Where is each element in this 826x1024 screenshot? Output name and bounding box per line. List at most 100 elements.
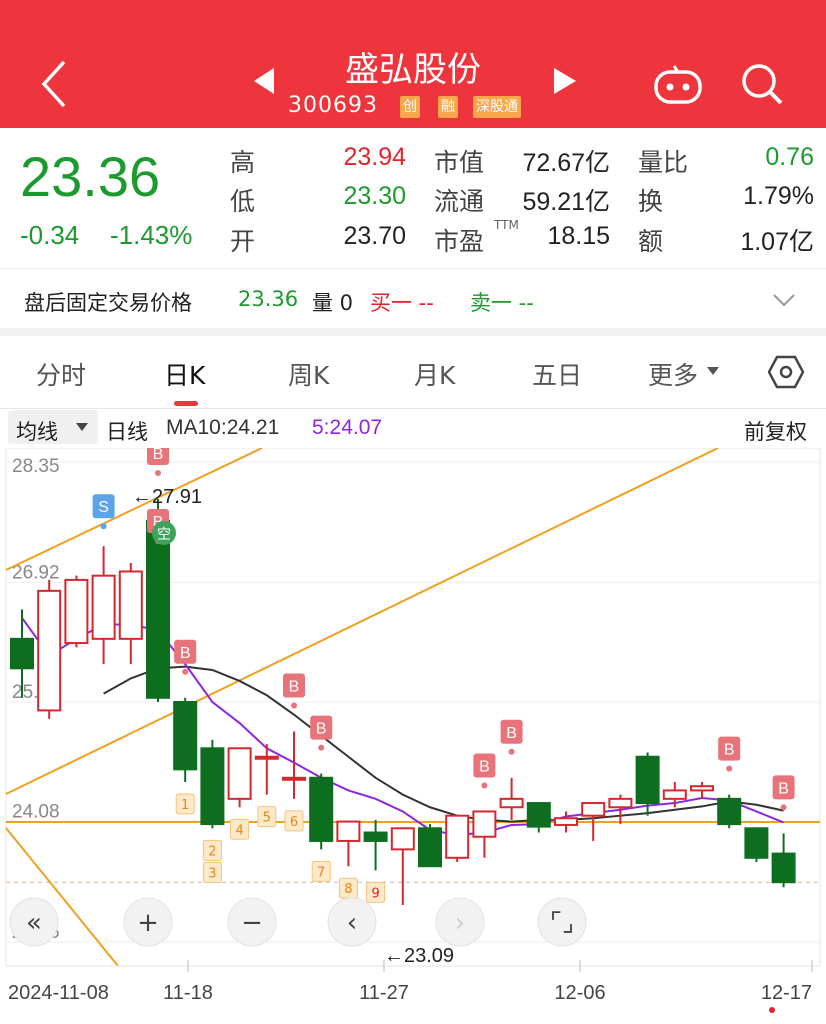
price-change-pct: -1.43% [110, 220, 193, 250]
ma-toolbar: 均线 日线 MA10:24.21 5:24.07 前复权 [0, 408, 826, 448]
value-open: 23.70 [343, 222, 406, 250]
candle-body [227, 747, 252, 800]
signal-label: B [180, 645, 191, 662]
x-tick-label: 2024-11-08 [8, 982, 109, 1004]
ma5-line [21, 617, 784, 837]
tag-shengutong: 深股通 [473, 96, 521, 118]
label-float-cap: 流通 [434, 187, 485, 216]
signal-label: B [724, 742, 735, 759]
ma-selector-label: 均线 [16, 420, 58, 444]
after-hours-ask: 卖一 -- [470, 291, 534, 315]
header-bar: 盛弘股份 300693 创 融 深股通 [0, 0, 826, 128]
chart-control-icon: − [241, 908, 263, 938]
label-turnover: 换 [638, 187, 664, 216]
value-low: 23.30 [343, 182, 406, 210]
candle-body [10, 637, 34, 670]
signal-dot [726, 765, 733, 772]
ma10-value: MA10:24.21 [166, 416, 280, 439]
number-marker-label: 4 [235, 823, 243, 838]
candle-body [363, 831, 388, 842]
ma-selector[interactable]: 均线 [8, 410, 98, 444]
value-volume-ratio: 0.76 [765, 143, 814, 171]
current-price: 23.36 [20, 145, 161, 208]
robot-assistant-icon[interactable] [652, 64, 704, 104]
number-marker-label: 5 [263, 811, 271, 826]
number-marker-label: 1 [181, 798, 189, 813]
label-low: 低 [230, 187, 256, 216]
after-hours-volume: 量 0 [312, 291, 354, 315]
x-tick-label: 11-27 [359, 982, 409, 1004]
signal-label: S [98, 499, 109, 516]
x-tick-label: 11-18 [163, 982, 213, 1004]
dropdown-triangle-icon [707, 367, 719, 375]
today-dot [769, 1007, 775, 1013]
ma-period: 日线 [106, 420, 148, 444]
candle-body [91, 574, 116, 640]
candle-body [445, 814, 470, 859]
tab-intraday[interactable]: 分时 [36, 356, 86, 392]
chart-control-icon: + [137, 908, 159, 938]
signal-label: B [479, 758, 490, 775]
value-amount: 1.07亿 [740, 228, 814, 256]
number-marker-label: 6 [290, 815, 298, 830]
chevron-down-icon[interactable] [772, 293, 796, 307]
trendline-lower [5, 827, 119, 967]
adjust-mode[interactable]: 前复权 [744, 416, 807, 446]
signal-dot [291, 702, 297, 709]
x-tick-label: 12-06 [554, 982, 605, 1004]
candle-body [717, 797, 742, 826]
tab-more[interactable]: 更多 [648, 356, 698, 392]
tag-rong: 融 [438, 96, 458, 118]
hold-signal-label: 空 [157, 527, 171, 543]
number-marker-label: 3 [208, 866, 216, 881]
candle-body [472, 810, 497, 838]
number-marker-label: 8 [344, 882, 352, 897]
after-hours-bid: 买一 -- [370, 291, 434, 315]
signal-label: B [506, 725, 517, 742]
low-annotation: ←23.09 [384, 945, 454, 967]
signal-dot [182, 668, 189, 675]
x-tick-label: 12-17 [761, 982, 812, 1004]
signal-dot [508, 748, 515, 755]
tab-five-day[interactable]: 五日 [532, 356, 582, 392]
after-hours-row[interactable]: 盘后固定交易价格 23.36 量 0 买一 -- 卖一 -- [0, 268, 826, 329]
candle-body [309, 776, 334, 842]
label-open: 开 [230, 227, 256, 256]
candle-body [146, 519, 170, 699]
price-change: -0.34 [20, 220, 80, 250]
chart-control-icon: ⌜⌟ [550, 908, 574, 938]
settings-hexagon-icon[interactable] [768, 354, 804, 390]
signal-dot [155, 470, 161, 477]
chart-frame [5, 448, 821, 967]
tab-monthly-k[interactable]: 月K [414, 356, 455, 392]
candle-body [526, 802, 551, 828]
ma5-value: 5:24.07 [312, 416, 383, 439]
tag-chuang: 创 [400, 96, 420, 118]
candle-body [608, 797, 633, 809]
chart-control-icon: › [455, 908, 465, 938]
next-stock-icon[interactable] [554, 68, 576, 94]
candle-body [418, 827, 442, 868]
y-tick-label: 26.92 [12, 562, 60, 583]
signal-label: B [778, 780, 789, 797]
candle-body [390, 827, 415, 851]
search-icon[interactable] [740, 62, 784, 106]
label-volume-ratio: 量比 [638, 148, 689, 177]
candle-body [635, 755, 660, 805]
tab-daily-k[interactable]: 日K [164, 356, 205, 392]
signal-dot [100, 523, 107, 530]
k-line-chart[interactable]: 28.3526.9225.5024.0822.65SBBBBBBBBB12345… [0, 448, 826, 1024]
candle-body [200, 747, 225, 826]
candle-body [282, 776, 306, 781]
number-marker-label: 2 [208, 844, 216, 859]
value-market-cap: 72.67亿 [522, 149, 610, 177]
after-hours-label: 盘后固定交易价格 [24, 291, 192, 315]
candle-body [581, 802, 606, 817]
stock-code: 300693 [288, 93, 378, 118]
candle-body [37, 589, 62, 712]
active-tab-indicator [174, 401, 198, 406]
chart-tabs: 分时 日K 周K 月K 五日 更多 [0, 336, 826, 409]
tab-weekly-k[interactable]: 周K [288, 356, 329, 392]
section-divider [0, 328, 826, 336]
signal-dot [481, 782, 488, 789]
